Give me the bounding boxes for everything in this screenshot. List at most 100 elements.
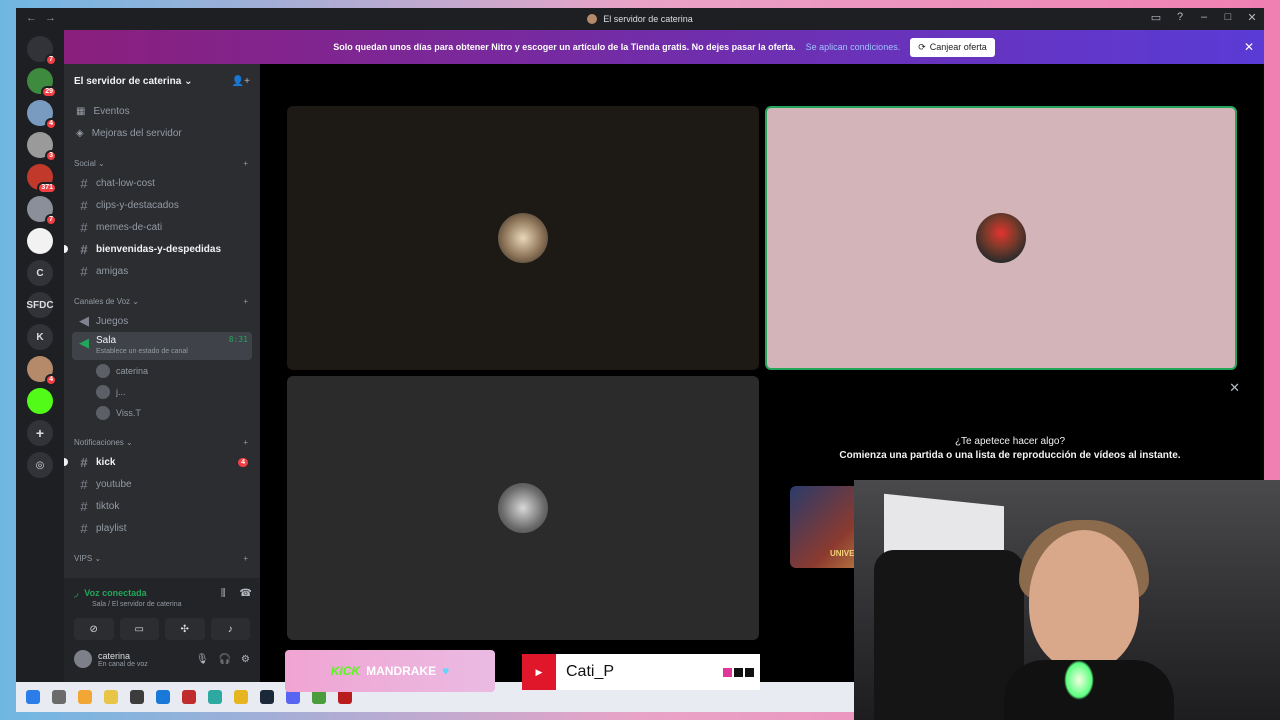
server-boost-item[interactable]: ◈ Mejoras del servidor: [72, 122, 252, 144]
app-icon[interactable]: [78, 690, 92, 704]
mention-badge: 4: [45, 118, 57, 130]
text-channel[interactable]: # memes-de-cati: [72, 216, 252, 238]
mention-badge: 3: [45, 150, 57, 162]
server-icon[interactable]: 4: [27, 100, 57, 130]
add-server-icon[interactable]: +: [27, 420, 53, 446]
server-icon[interactable]: 7: [27, 36, 57, 66]
server-icon[interactable]: 7: [27, 196, 57, 226]
server-icon[interactable]: [27, 228, 53, 254]
inbox-icon[interactable]: ▭: [1150, 11, 1162, 24]
server-rail: 7 29 4 3 371 7 C SFDC K 4 + ◎: [16, 30, 64, 690]
text-channel[interactable]: # bienvenidas-y-despedidas: [64, 238, 252, 260]
server-icon[interactable]: K: [27, 324, 53, 350]
mention-badge: 7: [45, 54, 57, 66]
server-icon[interactable]: SFDC: [26, 292, 54, 318]
add-channel-icon[interactable]: +: [243, 297, 248, 306]
avatar[interactable]: [74, 650, 92, 668]
channel-category[interactable]: Canales de Voz ⌄ +: [72, 292, 252, 310]
discord-icon[interactable]: [286, 690, 300, 704]
text-channel[interactable]: # chat-low-cost: [72, 172, 252, 194]
avatar: [96, 405, 110, 420]
folder-icon[interactable]: [104, 690, 118, 704]
text-channel[interactable]: # tiktok: [72, 495, 252, 517]
soundboard-button[interactable]: ♪: [210, 618, 250, 640]
terms-link[interactable]: Se aplican condiciones.: [806, 42, 901, 52]
voice-channel[interactable]: ◀ Sala Establece un estado de canal 8:31: [72, 332, 252, 360]
add-member-icon[interactable]: 👤+: [232, 76, 250, 87]
channel-status[interactable]: Establece un estado de canal: [96, 348, 188, 355]
chevron-down-icon: ⌄: [184, 75, 193, 87]
voice-status[interactable]: Voz conectada: [84, 588, 146, 598]
camera-off-button[interactable]: ⊘: [74, 618, 114, 640]
speaker-icon: ◀: [79, 335, 89, 350]
hash-icon: #: [80, 241, 88, 257]
app-icon[interactable]: [52, 690, 66, 704]
hash-icon: #: [80, 454, 88, 470]
video-tile[interactable]: [287, 376, 759, 640]
channel-category[interactable]: Social ⌄ +: [72, 154, 252, 172]
voice-user[interactable]: Viss.T: [72, 402, 252, 423]
minimize-button[interactable]: –: [1198, 11, 1210, 24]
steam-icon[interactable]: [260, 690, 274, 704]
webcam-feed: [854, 480, 1280, 720]
banner-close-icon[interactable]: ✕: [1244, 40, 1254, 54]
server-avatar-icon: [587, 14, 598, 24]
windows-start-icon[interactable]: [26, 690, 40, 704]
server-icon[interactable]: 4: [27, 356, 57, 386]
calendar-icon: ▦: [76, 105, 86, 117]
text-channel[interactable]: # youtube: [72, 473, 252, 495]
add-channel-icon[interactable]: +: [243, 438, 248, 447]
app-icon[interactable]: [182, 690, 196, 704]
headphones-icon[interactable]: 🎧: [219, 654, 231, 665]
close-window-button[interactable]: ✕: [1246, 11, 1258, 24]
text-channel[interactable]: # kick 4: [64, 451, 252, 473]
server-icon[interactable]: C: [27, 260, 53, 286]
noise-suppression-icon[interactable]: ⫼: [221, 588, 226, 599]
text-channel[interactable]: # amigas: [72, 260, 252, 282]
app-icon[interactable]: [130, 690, 144, 704]
voice-user[interactable]: caterina: [72, 360, 252, 381]
boost-icon: ◈: [76, 127, 84, 139]
app-icon[interactable]: [338, 690, 352, 704]
edge-icon[interactable]: [208, 690, 222, 704]
activity-prompt: ✕ ¿Te apetece hacer algo? Comienza una p…: [839, 380, 1240, 461]
close-icon[interactable]: ✕: [1229, 380, 1240, 396]
help-icon[interactable]: ?: [1174, 11, 1186, 24]
channel-category[interactable]: VIPS ⌄ +: [72, 549, 252, 567]
hash-icon: #: [80, 175, 88, 191]
back-arrow-icon[interactable]: ←: [26, 12, 37, 24]
maximize-button[interactable]: □: [1222, 11, 1234, 24]
video-tile[interactable]: [287, 106, 759, 370]
mail-icon[interactable]: [156, 690, 170, 704]
voice-location[interactable]: Sala / El servidor de caterina: [92, 601, 250, 608]
voice-timer: 8:31: [228, 335, 248, 344]
microphone-icon[interactable]: 🎙: [196, 654, 209, 665]
text-channel[interactable]: # playlist: [72, 517, 252, 539]
chrome-icon[interactable]: [312, 690, 326, 704]
avatar: [96, 384, 110, 399]
forward-arrow-icon[interactable]: →: [45, 12, 56, 24]
server-icon[interactable]: [27, 388, 53, 414]
screen-share-button[interactable]: ▭: [119, 618, 159, 640]
server-header[interactable]: El servidor de caterina ⌄ 👤+: [64, 64, 260, 98]
voice-user[interactable]: j...: [72, 381, 252, 402]
settings-gear-icon[interactable]: ⚙: [241, 654, 250, 665]
server-icon[interactable]: 29: [27, 68, 57, 98]
channel-category[interactable]: Notificaciones ⌄ +: [72, 433, 252, 451]
redeem-offer-button[interactable]: ⟳ Canjear oferta: [910, 37, 995, 57]
avatar: [96, 363, 110, 378]
disconnect-icon[interactable]: ☎: [240, 588, 252, 599]
server-icon[interactable]: 3: [27, 132, 57, 162]
server-icon[interactable]: 371: [27, 164, 57, 194]
add-channel-icon[interactable]: +: [243, 159, 248, 168]
chrome-icon[interactable]: [234, 690, 248, 704]
voice-channel[interactable]: ◀ Juegos: [72, 310, 252, 332]
events-item[interactable]: ▦ Eventos: [72, 100, 252, 122]
video-tile-speaking[interactable]: [765, 106, 1237, 370]
hash-icon: #: [80, 498, 88, 514]
add-channel-icon[interactable]: +: [243, 554, 248, 563]
text-channel[interactable]: # clips-y-destacados: [72, 194, 252, 216]
mention-badge: 7: [45, 214, 57, 226]
activities-button[interactable]: ✣: [165, 618, 205, 640]
explore-icon[interactable]: ◎: [27, 452, 53, 478]
